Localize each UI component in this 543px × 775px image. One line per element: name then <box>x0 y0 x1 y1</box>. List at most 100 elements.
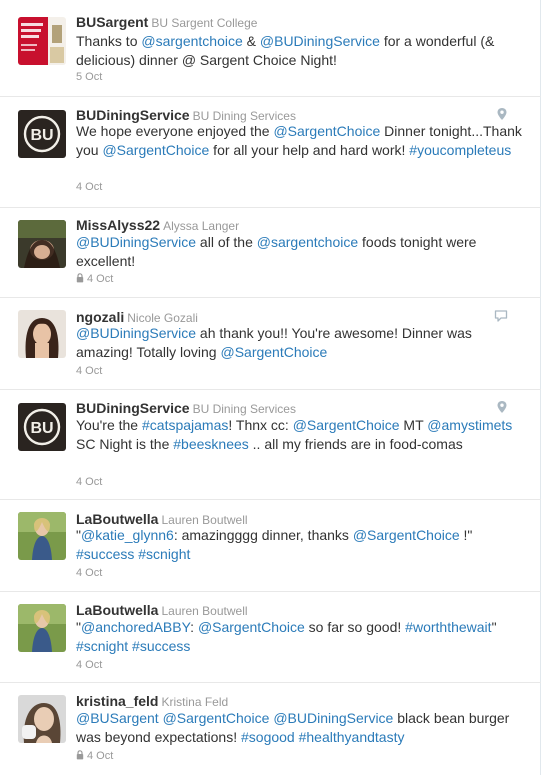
tweet-text-fragment: .. all my friends are in food-comas <box>248 436 463 452</box>
user-display-name[interactable]: Alyssa Langer <box>163 219 239 233</box>
mention-link[interactable]: @SargentChoice <box>353 527 460 543</box>
avatar[interactable] <box>18 310 66 358</box>
mention-link[interactable]: @BUDiningService <box>76 325 196 341</box>
timestamp-label[interactable]: 4 Oct <box>76 567 102 579</box>
conversation-icon[interactable] <box>494 309 508 323</box>
tweet-item[interactable]: BUSargent BU Sargent College Thanks to @s… <box>0 0 541 97</box>
tweet-header: BUSargent BU Sargent College <box>76 13 257 31</box>
tweet-item[interactable]: kristina_feld Kristina Feld @BUSargent @S… <box>0 683 541 775</box>
avatar[interactable] <box>18 695 66 743</box>
hashtag-link[interactable]: #success <box>76 546 134 562</box>
tweet-timestamp[interactable]: 4 Oct <box>76 180 102 194</box>
hashtag-link[interactable]: #worththewait <box>405 619 491 635</box>
tweet-text-fragment: all of the <box>196 234 257 250</box>
tweet-text-fragment: We hope everyone enjoyed the <box>76 123 274 139</box>
lock-icon <box>76 750 84 760</box>
user-name[interactable]: LaBoutwella <box>76 511 158 527</box>
user-display-name[interactable]: Nicole Gozali <box>127 311 198 325</box>
hashtag-link[interactable]: #catspajamas <box>142 417 228 433</box>
avatar[interactable]: BU <box>18 403 66 451</box>
hashtag-link[interactable]: #beesknees <box>173 436 249 452</box>
timestamp-label[interactable]: 5 Oct <box>76 71 102 83</box>
tweet-item[interactable]: BU BUDiningService BU Dining Services You… <box>0 390 541 500</box>
tweet-item[interactable]: BU BUDiningService BU Dining Services We … <box>0 97 541 208</box>
user-name[interactable]: kristina_feld <box>76 693 158 709</box>
tweet-timestamp[interactable]: 4 Oct <box>76 749 113 763</box>
tweet-item[interactable]: LaBoutwella Lauren Boutwell " @anchoredABB… <box>0 592 541 683</box>
mention-link[interactable]: @BUDiningService <box>76 234 196 250</box>
hashtag-link[interactable]: #youcompleteus <box>409 142 511 158</box>
location-pin-icon[interactable] <box>496 107 508 121</box>
tweet-text: "@katie_glynn6: amazingggg dinner, thank… <box>76 526 526 564</box>
tweet-timestamp[interactable]: 4 Oct <box>76 272 113 286</box>
user-display-name[interactable]: BU Dining Services <box>193 402 296 416</box>
timestamp-label[interactable]: 4 Oct <box>87 750 113 762</box>
tweet-text-fragment: MT <box>399 417 428 433</box>
hashtag-link[interactable]: #success <box>132 638 190 654</box>
hashtag-link[interactable]: #scnight <box>138 546 190 562</box>
mention-link[interactable]: @anchoredABBY <box>81 619 190 635</box>
avatar[interactable]: BU <box>18 110 66 158</box>
tweet-item[interactable]: LaBoutwella Lauren Boutwell "@katie_glynn… <box>0 500 541 592</box>
tweet-text-fragment: You're the <box>76 417 142 433</box>
timestamp-label[interactable]: 4 Oct <box>87 273 113 285</box>
tweet-item[interactable]: MissAlyss22 Alyssa Langer @BUDiningServic… <box>0 208 541 298</box>
mention-link[interactable]: @katie_glynn6 <box>81 527 174 543</box>
user-name[interactable]: LaBoutwella <box>76 602 158 618</box>
user-name[interactable]: MissAlyss22 <box>76 217 160 233</box>
tweet-timestamp[interactable]: 4 Oct <box>76 566 102 580</box>
tweet-text: @BUDiningService all of the @sargentchoi… <box>76 233 526 271</box>
user-display-name[interactable]: Lauren Boutwell <box>161 513 247 527</box>
mention-link[interactable]: @SargentChoice <box>220 344 327 360</box>
hashtag-link[interactable]: #healthyandtasty <box>299 729 405 745</box>
tweet-timestamp[interactable]: 5 Oct <box>76 70 102 84</box>
tweet-timestamp[interactable]: 4 Oct <box>76 475 102 489</box>
tweet-text: Thanks to @sargentchoice & @BUDiningServ… <box>76 32 526 70</box>
user-name[interactable]: ngozali <box>76 309 124 325</box>
mention-link[interactable]: @SargentChoice <box>198 619 305 635</box>
tweet-timeline: BUSargent BU Sargent College Thanks to @s… <box>0 0 541 775</box>
timestamp-label[interactable]: 4 Oct <box>76 365 102 377</box>
location-pin-icon[interactable] <box>496 400 508 414</box>
timestamp-label[interactable]: 4 Oct <box>76 476 102 488</box>
tweet-header: LaBoutwella Lauren Boutwell <box>76 601 248 619</box>
mention-link[interactable]: @SargentChoice <box>273 123 380 139</box>
avatar[interactable] <box>18 17 66 65</box>
user-name[interactable]: BUSargent <box>76 14 148 30</box>
mention-link[interactable]: @sargentchoice <box>141 33 242 49</box>
avatar[interactable] <box>18 512 66 560</box>
tweet-text-fragment: !" <box>459 527 473 543</box>
timestamp-label[interactable]: 4 Oct <box>76 181 102 193</box>
tweet-timestamp[interactable]: 4 Oct <box>76 658 102 672</box>
tweet-timestamp[interactable]: 4 Oct <box>76 364 102 378</box>
user-display-name[interactable]: BU Sargent College <box>151 16 257 30</box>
tweet-header: BUDiningService BU Dining Services <box>76 399 296 417</box>
lock-icon <box>76 273 84 283</box>
mention-link[interactable]: @BUDiningService <box>273 710 393 726</box>
mention-link[interactable]: @BUSargent <box>76 710 159 726</box>
timestamp-label[interactable]: 4 Oct <box>76 659 102 671</box>
mention-link[interactable]: @BUDiningService <box>260 33 380 49</box>
avatar[interactable] <box>18 220 66 268</box>
mention-link[interactable]: @sargentchoice <box>257 234 358 250</box>
tweet-header: MissAlyss22 Alyssa Langer <box>76 216 239 234</box>
tweet-text-fragment: SC Night is the <box>76 436 174 452</box>
tweet-header: kristina_feld Kristina Feld <box>76 692 228 710</box>
mention-link[interactable]: @SargentChoice <box>293 417 400 433</box>
svg-text:BU: BU <box>30 127 53 144</box>
tweet-text-fragment: ! Thnx cc: <box>228 417 293 433</box>
user-name[interactable]: BUDiningService <box>76 400 190 416</box>
user-display-name[interactable]: BU Dining Services <box>193 109 296 123</box>
tweet-item[interactable]: ngozali Nicole Gozali @BUDiningService ah… <box>0 298 541 390</box>
hashtag-link[interactable]: #scnight <box>76 638 128 654</box>
avatar[interactable] <box>18 604 66 652</box>
tweet-text: @BUSargent @SargentChoice @BUDiningServi… <box>76 709 526 747</box>
mention-link[interactable]: @amystimets <box>427 417 512 433</box>
user-display-name[interactable]: Kristina Feld <box>161 695 228 709</box>
user-display-name[interactable]: Lauren Boutwell <box>161 604 247 618</box>
mention-link[interactable]: @SargentChoice <box>102 142 209 158</box>
tweet-text: We hope everyone enjoyed the @SargentCho… <box>76 122 526 160</box>
hashtag-link[interactable]: #sogood <box>241 729 295 745</box>
mention-link[interactable]: @SargentChoice <box>163 710 270 726</box>
user-name[interactable]: BUDiningService <box>76 107 190 123</box>
